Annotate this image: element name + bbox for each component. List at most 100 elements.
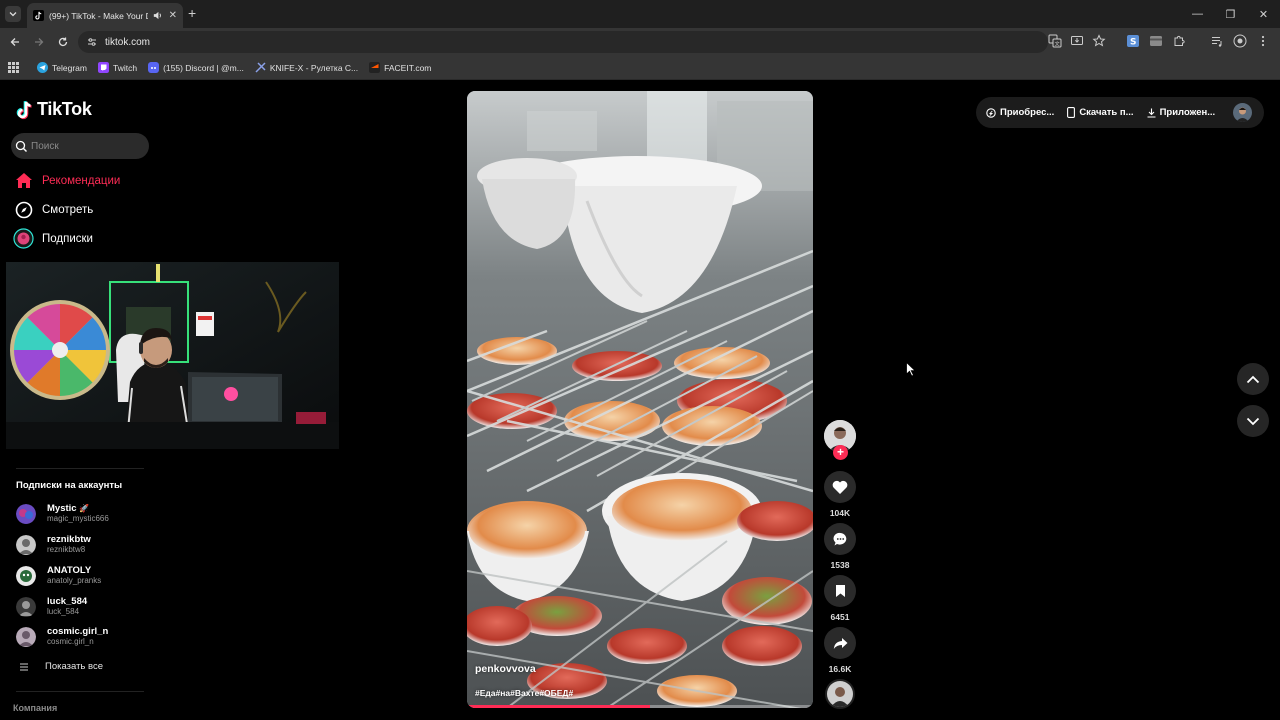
chevron-down-icon [1246,417,1260,425]
search-icon [15,140,27,152]
nav-watch[interactable]: Смотреть [13,199,93,220]
nav-recommendations[interactable]: Рекомендации [13,170,120,191]
verified-flame-icon: 🚀 [79,504,90,513]
search-box[interactable] [11,133,149,159]
save-action[interactable]: 6451 [824,575,856,622]
sidebar-divider [16,468,144,469]
bookmark-icon[interactable] [824,575,856,607]
list-icon [20,663,28,670]
minimize-icon[interactable]: — [1181,0,1214,28]
search-input[interactable] [31,140,141,152]
knifex-icon [255,62,266,73]
heart-icon[interactable] [824,471,856,503]
bookmark-star-icon[interactable] [1092,34,1106,48]
nav-label: Смотреть [42,203,94,216]
video-player[interactable]: penkovvova #Еда#на#Вахте#ОБЕД# [467,91,813,708]
discord-icon [148,62,160,73]
translate-icon[interactable]: 文 [1048,34,1062,48]
tiktok-logo-icon [16,100,32,119]
company-link[interactable]: Компания [13,703,57,713]
bookmark-discord[interactable]: (155) Discord | @m... [148,62,244,73]
tiktok-favicon-icon [33,10,44,21]
browser-tab-bar: (99+) TikTok - Make Your Day ✕ + — ❐ ✕ [0,0,1280,28]
mouse-cursor-icon [906,362,916,377]
profile-icon[interactable] [1233,34,1247,48]
svg-text:S: S [1130,38,1136,48]
share-count: 16.6K [828,664,852,674]
phone-icon [1067,107,1076,118]
tab-close-icon[interactable]: ✕ [169,10,177,21]
bookmark-knifex[interactable]: KNIFE-X - Рулетка C... [255,62,358,73]
buy-coins-button[interactable]: Приобрес... [986,107,1054,118]
app-button[interactable]: Приложен... [1147,107,1215,118]
like-action[interactable]: 104K [824,471,856,518]
comment-icon[interactable] [824,523,856,555]
window-controls: — ❐ ✕ [1181,0,1280,28]
bookmark-twitch[interactable]: Twitch [97,62,137,73]
reload-icon[interactable] [55,34,71,50]
previous-video-button[interactable] [1237,363,1269,395]
video-author[interactable]: penkovvova [475,663,536,675]
show-all-button[interactable]: Показать все [20,661,103,672]
tab-search-icon[interactable] [5,6,21,22]
account-item[interactable]: ANATOLY anatoly_pranks [16,565,101,586]
restore-icon[interactable]: ❐ [1214,0,1247,28]
bookmarks-bar: Telegram Twitch (155) Discord | @m... KN… [0,56,1280,80]
download-app-button[interactable]: Скачать п... [1067,107,1134,118]
new-tab-button[interactable]: + [188,5,196,21]
user-avatar[interactable] [1233,103,1252,122]
install-app-icon[interactable] [1070,34,1084,48]
account-item[interactable]: reznikbtw reznikbtw8 [16,534,91,555]
account-item[interactable]: cosmic.girl_n cosmic.girl_n [16,626,108,647]
close-window-icon[interactable]: ✕ [1247,0,1280,28]
tab-title: (99+) TikTok - Make Your Day [49,10,148,21]
audio-playing-icon[interactable] [152,10,163,21]
account-handle: cosmic.girl_n [47,637,94,646]
stream-webcam-overlay [6,262,339,449]
faceit-icon [369,62,381,73]
chevron-up-icon [1246,375,1260,383]
bookmark-faceit[interactable]: FACEIT.com [369,62,431,73]
twitch-icon [97,62,109,73]
extension-s-icon[interactable]: S [1126,34,1140,48]
sidebar-divider [16,691,144,692]
video-progress-bar[interactable] [467,705,813,708]
video-hashtags[interactable]: #Еда#на#Вахте#ОБЕД# [475,688,573,698]
following-accounts-title: Подписки на аккаунты [16,480,123,491]
extension-card-icon[interactable] [1149,34,1163,48]
video-frame [467,91,813,708]
account-handle: reznikbtw8 [47,545,86,554]
apps-grid-icon[interactable] [8,62,19,73]
comment-count: 1538 [830,560,850,570]
url-text: tiktok.com [105,36,151,48]
music-disc-icon[interactable] [825,679,855,709]
browser-toolbar: tiktok.com 文 S [0,28,1280,56]
address-bar[interactable]: tiktok.com [78,31,1048,53]
account-handle: magic_mystic666 [47,514,109,523]
back-icon[interactable] [7,34,23,50]
nav-following[interactable]: Подписки [13,228,93,249]
compass-icon [13,199,34,220]
like-count: 104K [829,508,851,518]
next-video-button[interactable] [1237,405,1269,437]
avatar [16,534,36,555]
forward-icon[interactable] [31,34,47,50]
extensions-puzzle-icon[interactable] [1172,34,1186,48]
menu-kebab-icon[interactable] [1256,34,1270,48]
share-action[interactable]: 16.6K [824,627,856,674]
share-icon[interactable] [824,627,856,659]
follow-plus-button[interactable]: + [833,445,848,460]
browser-tab[interactable]: (99+) TikTok - Make Your Day ✕ [27,3,183,28]
top-actions-bar: Приобрес... Скачать п... Приложен... [976,97,1264,128]
account-item[interactable]: luck_584 luck_584 [16,596,87,617]
coin-icon [986,107,996,118]
account-item[interactable]: Mystic 🚀 magic_mystic666 [16,503,109,524]
comment-action[interactable]: 1538 [824,523,856,570]
tiktok-page: TikTok Рекомендации Смотреть Подписки [0,81,1280,720]
media-controls-icon[interactable] [1210,34,1224,48]
site-info-icon[interactable] [86,36,98,48]
bookmark-telegram[interactable]: Telegram [37,62,87,73]
avatar [16,503,36,524]
tiktok-logo[interactable]: TikTok [16,99,92,120]
logo-text: TikTok [37,99,92,119]
